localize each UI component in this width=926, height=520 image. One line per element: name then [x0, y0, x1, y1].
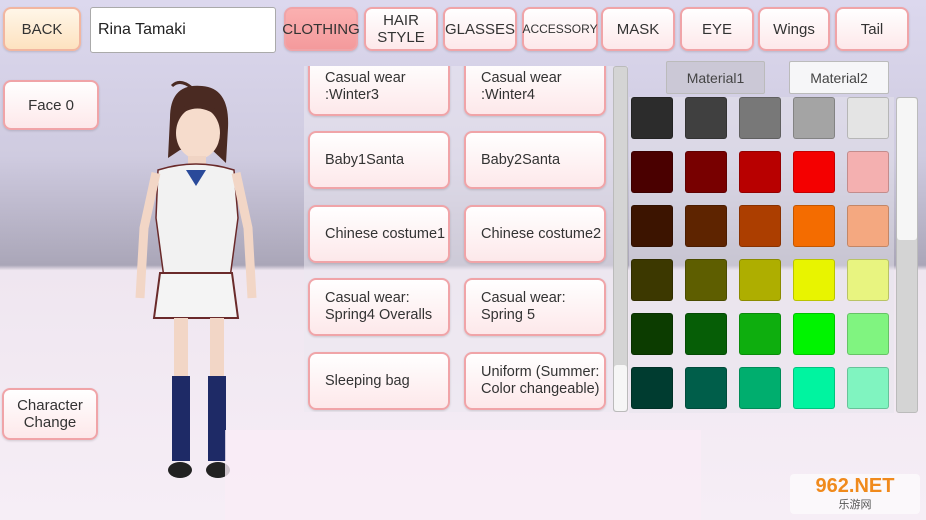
palette-scrollbar[interactable] [896, 97, 918, 413]
tab-wings[interactable]: Wings [758, 7, 830, 51]
color-swatch[interactable] [685, 367, 727, 409]
clothing-item[interactable]: Chinese costume1 [308, 205, 450, 263]
bottom-panel [225, 430, 701, 520]
face-button[interactable]: Face 0 [3, 80, 99, 130]
color-swatch[interactable] [685, 259, 727, 301]
color-swatch[interactable] [793, 205, 835, 247]
color-swatch[interactable] [847, 205, 889, 247]
color-swatch[interactable] [739, 259, 781, 301]
material2-tab[interactable]: Material2 [789, 61, 889, 94]
clothing-item[interactable]: Sleeping bag [308, 352, 450, 410]
color-swatch[interactable] [793, 97, 835, 139]
color-swatch[interactable] [739, 313, 781, 355]
character-model[interactable] [130, 78, 260, 488]
watermark-text: 962.NET [815, 475, 895, 497]
color-swatch[interactable] [739, 205, 781, 247]
color-swatch[interactable] [631, 313, 673, 355]
color-swatch[interactable] [739, 367, 781, 409]
color-swatch[interactable] [847, 97, 889, 139]
watermark-logo: 962.NET 乐游网 [790, 474, 920, 514]
color-swatch[interactable] [847, 151, 889, 193]
color-swatch[interactable] [685, 313, 727, 355]
back-button[interactable]: BACK [3, 7, 81, 51]
color-swatch[interactable] [739, 97, 781, 139]
clothing-list-panel: Casual wear :Winter3 Casual wear :Winter4… [304, 66, 628, 412]
character-name-input[interactable]: Rina Tamaki [90, 7, 276, 53]
color-swatch[interactable] [631, 151, 673, 193]
clothing-item[interactable]: Chinese costume2 [464, 205, 606, 263]
clothing-scrollbar-thumb[interactable] [614, 365, 627, 411]
clothing-item[interactable]: Baby2Santa [464, 131, 606, 189]
material1-tab[interactable]: Material1 [666, 61, 765, 94]
color-swatch[interactable] [739, 151, 781, 193]
clothing-item[interactable]: Baby1Santa [308, 131, 450, 189]
clothing-item[interactable]: Casual wear :Winter4 [464, 66, 606, 116]
color-swatch[interactable] [793, 151, 835, 193]
color-swatch[interactable] [685, 151, 727, 193]
tab-tail[interactable]: Tail [835, 7, 909, 51]
clothing-item[interactable]: Casual wear :Winter3 [308, 66, 450, 116]
color-swatch[interactable] [847, 313, 889, 355]
tab-accessory[interactable]: ACCESSORY [522, 7, 598, 51]
palette-scrollbar-thumb[interactable] [897, 98, 917, 240]
color-swatch[interactable] [847, 367, 889, 409]
color-swatch[interactable] [631, 259, 673, 301]
tab-hair-style[interactable]: HAIR STYLE [364, 7, 438, 51]
character-change-button[interactable]: Character Change [2, 388, 98, 440]
tab-clothing[interactable]: CLOTHING [282, 7, 360, 51]
watermark-subtext: 乐游网 [838, 499, 872, 511]
color-swatch[interactable] [793, 313, 835, 355]
tab-glasses[interactable]: GLASSES [443, 7, 517, 51]
color-swatch[interactable] [685, 205, 727, 247]
tab-eye[interactable]: EYE [680, 7, 754, 51]
clothing-item[interactable]: Uniform (Summer: Color changeable) [464, 352, 606, 410]
tab-mask[interactable]: MASK [601, 7, 675, 51]
clothing-item[interactable]: Casual wear: Spring4 Overalls [308, 278, 450, 336]
color-swatch[interactable] [793, 367, 835, 409]
color-swatch[interactable] [793, 259, 835, 301]
clothing-scrollbar[interactable] [613, 66, 628, 412]
color-swatch[interactable] [685, 97, 727, 139]
color-swatch[interactable] [631, 367, 673, 409]
color-swatch[interactable] [847, 259, 889, 301]
color-palette [629, 97, 894, 413]
color-swatch[interactable] [631, 97, 673, 139]
color-swatch[interactable] [631, 205, 673, 247]
clothing-item[interactable]: Casual wear: Spring 5 [464, 278, 606, 336]
